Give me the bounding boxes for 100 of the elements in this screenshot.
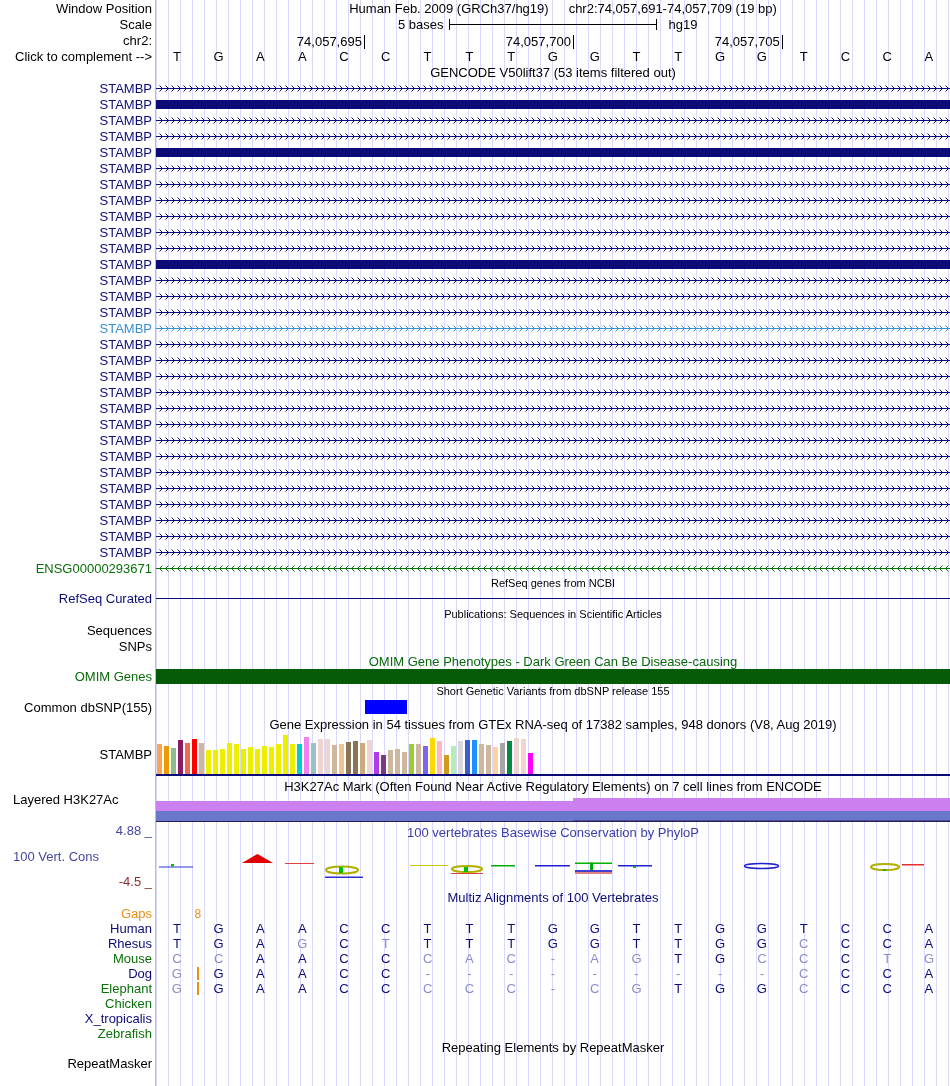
track-label[interactable]: STAMBP (99, 113, 152, 128)
track-label[interactable]: STAMBP (99, 497, 152, 512)
transcript-line[interactable] (156, 181, 950, 188)
transcript-line[interactable] (156, 565, 950, 572)
track-label[interactable]: Common dbSNP(155) (24, 699, 152, 715)
track-label[interactable]: STAMBP (99, 746, 152, 762)
transcript-line[interactable] (156, 117, 950, 124)
base-letter: C (213, 951, 224, 966)
track-label[interactable]: STAMBP (99, 305, 152, 320)
transcript-line[interactable] (156, 501, 950, 508)
expression-bar (507, 741, 512, 774)
track-label[interactable]: Layered H3K27Ac (13, 791, 119, 807)
base-letter: T (465, 936, 474, 951)
track-label[interactable]: 100 Vert. Cons (13, 848, 99, 864)
base-letter: G (715, 49, 726, 64)
track-label[interactable]: STAMBP (99, 177, 152, 192)
track-label[interactable]: STAMBP (99, 465, 152, 480)
transcript-line[interactable] (156, 309, 950, 316)
track-label[interactable]: STAMBP (99, 129, 152, 144)
base-letter: A (256, 966, 265, 981)
track-label[interactable]: STAMBP (99, 289, 152, 304)
base-letter: - (550, 951, 556, 966)
track-label[interactable]: STAMBP (99, 273, 152, 288)
track-label[interactable]: STAMBP (99, 433, 152, 448)
expression-bar (430, 738, 435, 774)
transcript-line[interactable] (156, 437, 950, 444)
transcript-line[interactable] (156, 517, 950, 524)
track-label[interactable]: STAMBP (99, 97, 152, 112)
track-label[interactable]: STAMBP (99, 161, 152, 176)
conservation-mark (743, 862, 780, 870)
transcript-line[interactable] (156, 469, 950, 476)
track-label[interactable]: STAMBP (99, 449, 152, 464)
transcript-line[interactable] (156, 293, 950, 300)
track-label[interactable]: STAMBP (99, 145, 152, 160)
track-label[interactable]: STAMBP (99, 81, 152, 96)
transcript-line[interactable] (156, 533, 950, 540)
track-label[interactable]: ENSG00000293671 (35, 561, 152, 576)
track-label[interactable]: STAMBP (99, 529, 152, 544)
track-label[interactable]: STAMBP (99, 257, 152, 272)
expression-bar (171, 748, 176, 774)
track-label[interactable]: STAMBP (99, 417, 152, 432)
track-label[interactable]: SNPs (118, 639, 152, 654)
expression-bar (157, 744, 162, 774)
track-label[interactable]: STAMBP (99, 353, 152, 368)
transcript-line[interactable] (156, 549, 950, 556)
track-label[interactable]: STAMBP (99, 321, 152, 336)
expression-bar (381, 755, 386, 774)
transcript-line[interactable] (156, 389, 950, 396)
transcript-line[interactable] (156, 277, 950, 284)
species-label[interactable]: Rhesus (107, 936, 152, 951)
transcript-line[interactable] (156, 133, 950, 140)
transcript-line[interactable] (156, 405, 950, 412)
species-label[interactable]: Dog (128, 966, 152, 981)
transcript-line[interactable] (156, 229, 950, 236)
conservation-mark (285, 863, 314, 864)
assembly-label: hg19 (668, 17, 698, 32)
track-label[interactable]: RefSeq Curated (58, 591, 152, 606)
expression-bar (465, 740, 470, 774)
transcript-line[interactable] (156, 213, 950, 220)
track-label[interactable]: STAMBP (99, 225, 152, 240)
track-label[interactable]: STAMBP (99, 369, 152, 384)
transcript-line[interactable] (156, 357, 950, 364)
species-label[interactable]: Elephant (100, 981, 152, 996)
transcript-line[interactable] (156, 453, 950, 460)
expression-bar (325, 739, 330, 774)
transcript-line[interactable] (156, 373, 950, 380)
transcript-line[interactable] (156, 421, 950, 428)
track-label[interactable]: Sequences (86, 623, 152, 638)
base-letter: C (590, 981, 600, 996)
track-label[interactable]: STAMBP (99, 401, 152, 416)
track-title: RefSeq genes from NCBI (490, 576, 616, 590)
species-label[interactable]: Zebrafish (97, 1026, 152, 1041)
transcript-line[interactable] (156, 341, 950, 348)
track-label[interactable]: STAMBP (99, 481, 152, 496)
track-label[interactable]: STAMBP (99, 209, 152, 224)
track-label[interactable]: STAMBP (99, 545, 152, 560)
position-range: chr2:74,057,691-74,057,709 (19 bp) (568, 1, 777, 16)
transcript-line[interactable] (156, 165, 950, 172)
transcript-line[interactable] (156, 485, 950, 492)
track-label[interactable]: STAMBP (99, 193, 152, 208)
base-letter: - (759, 966, 764, 981)
transcript-line[interactable] (156, 245, 950, 252)
base-letter: G (756, 981, 767, 996)
track-label[interactable]: STAMBP (99, 241, 152, 256)
transcript-line[interactable] (156, 197, 950, 204)
track-label[interactable]: STAMBP (99, 385, 152, 400)
expression-bar (241, 749, 246, 774)
species-label[interactable]: Mouse (112, 951, 152, 966)
base-letter: T (423, 936, 432, 951)
species-label[interactable]: Chicken (105, 996, 152, 1011)
track-label[interactable]: RepeatMasker (67, 1056, 152, 1071)
expression-bar (472, 740, 477, 774)
species-label[interactable]: Human (110, 921, 152, 936)
track-label[interactable]: STAMBP (99, 337, 152, 352)
track-label[interactable]: STAMBP (99, 513, 152, 528)
species-label[interactable]: X_tropicalis (84, 1011, 152, 1026)
variant-block[interactable] (364, 700, 407, 714)
transcript-line[interactable] (156, 85, 950, 92)
track-label[interactable]: OMIM Genes (74, 669, 152, 684)
complement-link[interactable]: Click to complement --> (15, 49, 152, 64)
